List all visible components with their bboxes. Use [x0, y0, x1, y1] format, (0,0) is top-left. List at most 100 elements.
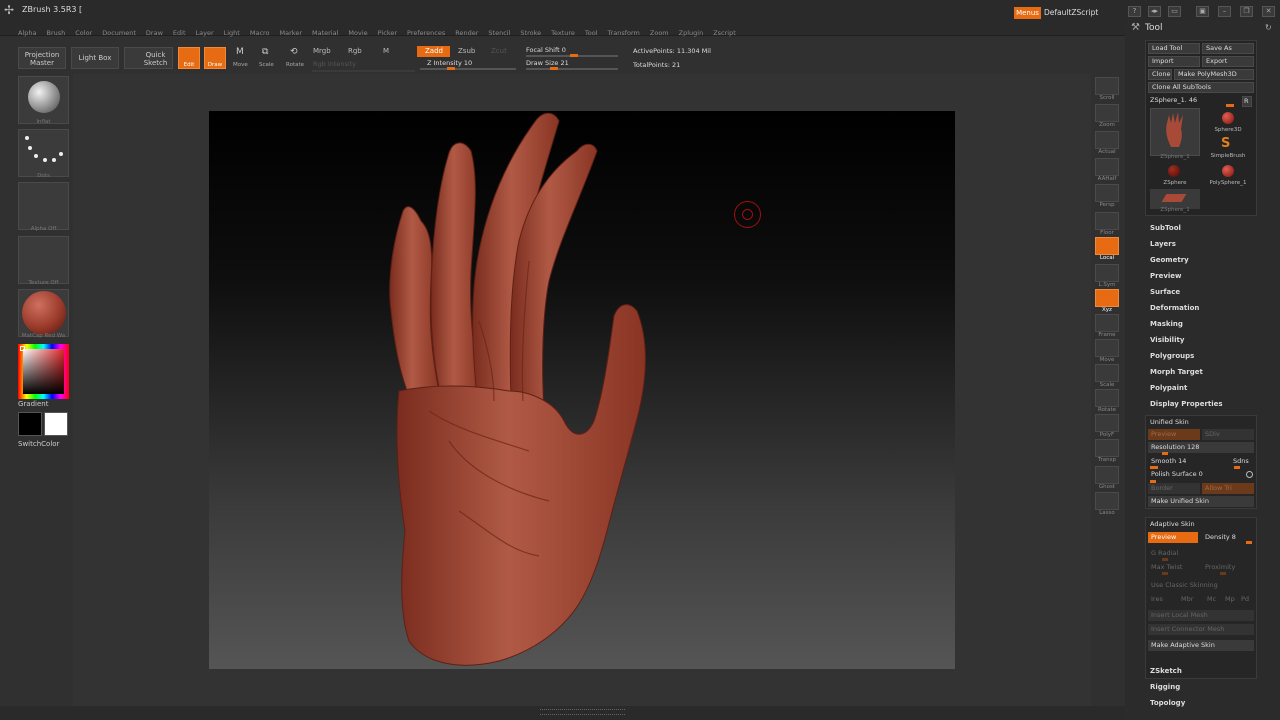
shelf-lasso-button[interactable]	[1095, 492, 1119, 510]
m-button[interactable]: M	[375, 46, 411, 57]
make-adaptive-skin-button[interactable]: Make Adaptive Skin	[1148, 640, 1254, 651]
export-button[interactable]: Export	[1202, 56, 1254, 67]
z-intensity-knob[interactable]	[447, 67, 455, 70]
zsphere-icon[interactable]	[1168, 165, 1180, 177]
rotate-button[interactable]: Rotate	[286, 62, 304, 68]
move-button[interactable]: Move	[233, 62, 248, 68]
border-button[interactable]: Border	[1148, 483, 1200, 494]
use-classic-skinning-button[interactable]: Use Classic Skinning	[1148, 580, 1254, 591]
shelf-zoom-button[interactable]	[1095, 104, 1119, 122]
z-intensity-slider[interactable]: Z Intensity 10	[427, 59, 472, 67]
color-picker[interactable]	[18, 344, 69, 399]
mrgb-button[interactable]: Mrgb	[305, 46, 341, 57]
make-polymesh-button[interactable]: Make PolyMesh3D	[1174, 69, 1254, 80]
allow-tri-button[interactable]: Allow Tri	[1202, 483, 1254, 494]
document-canvas[interactable]	[209, 111, 955, 669]
refresh-icon[interactable]: ↻	[1265, 23, 1272, 32]
focal-shift-slider[interactable]: Focal Shift 0	[526, 46, 566, 54]
shelf-persp-button[interactable]	[1095, 184, 1119, 202]
shelf-floor-button[interactable]	[1095, 212, 1119, 230]
layout-icon[interactable]: ◂▸	[1148, 6, 1161, 17]
section-deformation[interactable]: Deformation	[1150, 304, 1199, 312]
shelf-aahalf-button[interactable]	[1095, 158, 1119, 176]
tool-thumb-zsphere-1[interactable]	[1150, 108, 1200, 156]
section-polypaint[interactable]: Polypaint	[1150, 384, 1187, 392]
material-thumbnail[interactable]	[18, 289, 69, 337]
polish-surface-slider[interactable]: Polish Surface 0	[1148, 469, 1244, 480]
shelf-lsym-button[interactable]	[1095, 264, 1119, 282]
minimize-icon[interactable]: –	[1218, 6, 1231, 17]
quick-sketch-button[interactable]: Quick Sketch	[124, 47, 173, 69]
density-knob[interactable]	[1246, 541, 1252, 544]
color-picker-handle[interactable]	[20, 346, 25, 351]
section-masking[interactable]: Masking	[1150, 320, 1183, 328]
mc-button[interactable]: Mc	[1204, 594, 1222, 605]
unified-preview-button[interactable]: Preview	[1148, 429, 1200, 440]
shelf-transp-button[interactable]	[1095, 439, 1119, 457]
scale-button[interactable]: Scale	[259, 62, 274, 68]
shelf-scroll-button[interactable]	[1095, 77, 1119, 95]
g-radial-knob[interactable]	[1162, 558, 1168, 561]
secondary-color-swatch[interactable]	[44, 412, 68, 436]
clone-button[interactable]: Clone	[1148, 69, 1172, 80]
load-tool-button[interactable]: Load Tool	[1148, 43, 1200, 54]
shelf-scale-button[interactable]	[1095, 364, 1119, 382]
shelf-frame-button[interactable]	[1095, 314, 1119, 332]
section-surface[interactable]: Surface	[1150, 288, 1180, 296]
edit-mode-button[interactable]: Edit	[178, 47, 200, 69]
projection-master-button[interactable]: Projection Master	[18, 47, 66, 69]
import-button[interactable]: Import	[1148, 56, 1200, 67]
primary-color-swatch[interactable]	[18, 412, 42, 436]
insert-connector-mesh-button[interactable]: Insert Connector Mesh	[1148, 624, 1254, 635]
section-geometry[interactable]: Geometry	[1150, 256, 1189, 264]
shelf-move-button[interactable]	[1095, 339, 1119, 357]
polish-toggle-icon[interactable]	[1246, 471, 1253, 478]
default-zscript-button[interactable]: DefaultZScript	[1044, 8, 1098, 17]
brush-thumbnail[interactable]	[18, 76, 69, 124]
ires-slider[interactable]: Ires	[1148, 594, 1168, 605]
section-polygroups[interactable]: Polygroups	[1150, 352, 1194, 360]
rgb-button[interactable]: Rgb	[340, 46, 376, 57]
make-unified-skin-button[interactable]: Make Unified Skin	[1148, 496, 1254, 507]
shelf-polyf-button[interactable]	[1095, 414, 1119, 432]
zadd-button[interactable]: Zadd	[417, 46, 450, 57]
layout2-icon[interactable]: ▭	[1168, 6, 1181, 17]
insert-local-mesh-button[interactable]: Insert Local Mesh	[1148, 610, 1254, 621]
draw-size-slider[interactable]: Draw Size 21	[526, 59, 569, 67]
restore-icon[interactable]: ❐	[1240, 6, 1253, 17]
menus-toggle-button[interactable]: Menus	[1014, 7, 1041, 19]
section-topology[interactable]: Topology	[1150, 699, 1185, 707]
resolution-knob[interactable]	[1162, 452, 1168, 455]
simplebrush-icon[interactable]: S	[1221, 136, 1230, 151]
close-icon[interactable]: ✕	[1262, 6, 1275, 17]
sphere3d-icon[interactable]	[1222, 112, 1234, 124]
focal-shift-knob[interactable]	[570, 54, 578, 57]
rgb-intensity-slider[interactable]: Rgb Intensity	[313, 60, 356, 68]
draw-size-knob[interactable]	[550, 67, 558, 70]
section-subtool[interactable]: SubTool	[1150, 224, 1181, 232]
max-twist-knob[interactable]	[1162, 572, 1168, 575]
gradient-label[interactable]: Gradient	[18, 400, 48, 408]
help-icon[interactable]: ?	[1128, 6, 1141, 17]
section-preview[interactable]: Preview	[1150, 272, 1182, 280]
save-as-button[interactable]: Save As	[1202, 43, 1254, 54]
shelf-actual-button[interactable]	[1095, 131, 1119, 149]
proximity-knob[interactable]	[1220, 572, 1226, 575]
zcut-button[interactable]: Zcut	[483, 46, 516, 57]
r-button[interactable]: R	[1242, 96, 1252, 107]
shelf-rotate-button[interactable]	[1095, 389, 1119, 407]
section-rigging[interactable]: Rigging	[1150, 683, 1180, 691]
alpha-thumbnail[interactable]	[18, 182, 69, 230]
light-box-button[interactable]: Light Box	[71, 47, 119, 69]
section-visibility[interactable]: Visibility	[1150, 336, 1184, 344]
texture-thumbnail[interactable]	[18, 236, 69, 284]
draw-mode-button[interactable]: Draw	[204, 47, 226, 69]
proximity-slider[interactable]: Proximity	[1202, 562, 1254, 573]
shelf-ghost-button[interactable]	[1095, 466, 1119, 484]
section-morph-target[interactable]: Morph Target	[1150, 368, 1203, 376]
switch-color-button[interactable]: SwitchColor	[18, 440, 59, 448]
section-zsketch[interactable]: ZSketch	[1150, 667, 1182, 675]
section-layers[interactable]: Layers	[1150, 240, 1176, 248]
mbr-slider[interactable]: Mbr	[1178, 594, 1198, 605]
shelf-local-button[interactable]	[1095, 237, 1119, 255]
